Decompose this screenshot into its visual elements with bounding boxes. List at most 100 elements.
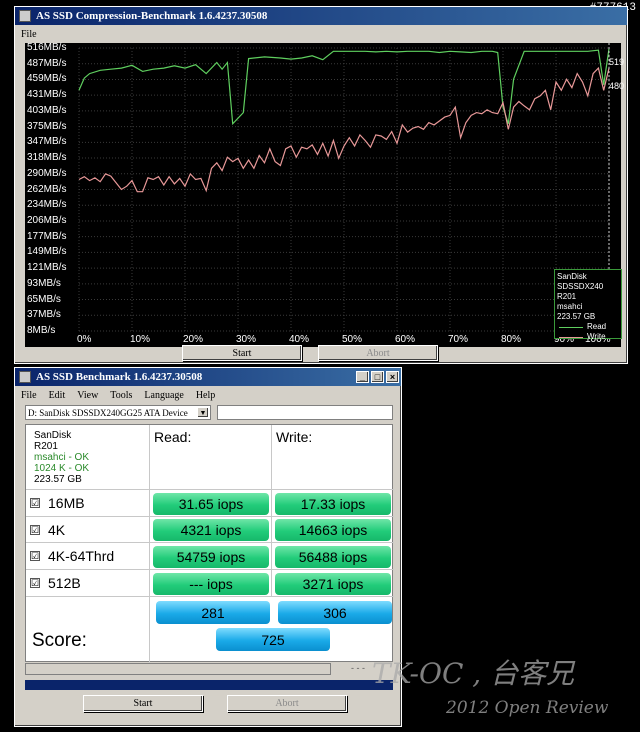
y-tick-label: 121MB/s (27, 262, 67, 274)
row-16mb-text: 16MB (48, 495, 85, 511)
menu-view[interactable]: View (77, 390, 98, 401)
y-tick-label: 149MB/s (27, 246, 67, 258)
x-tick-label: 40% (289, 334, 310, 345)
check-4k[interactable]: ☑ (30, 524, 40, 535)
progress-time: - - - (351, 663, 365, 673)
row-4k-text: 4K (48, 521, 66, 538)
abort-button[interactable]: Abort (227, 695, 347, 712)
compression-abort-button[interactable]: Abort (318, 345, 438, 361)
check-512b[interactable]: ☑ (30, 578, 40, 588)
start-button[interactable]: Start (83, 695, 203, 712)
x-tick-label: 0% (77, 334, 92, 345)
y-tick-label: 403MB/s (27, 104, 67, 116)
chevron-down-icon[interactable]: ▼ (197, 407, 209, 418)
results-grid: SanDisk R201 msahci - OK 1024 K - OK 223… (25, 424, 394, 663)
watermark-review: 2012 Open Review (446, 698, 609, 718)
x-tick-label: 30% (236, 334, 257, 345)
write-header: Write: (272, 425, 394, 490)
result-512b-read: --- iops (153, 573, 269, 595)
read-header: Read: (150, 425, 272, 490)
device-select-value: D: SanDisk SDSSDX240GG25 ATA Device (28, 407, 188, 418)
y-tick-label: 431MB/s (27, 89, 67, 101)
row-4k64-label[interactable]: ☑ 4K-64Thrd (26, 543, 150, 570)
watermark-brand: TK-OC , 台客兄 (372, 657, 575, 690)
y-tick-label: 459MB/s (27, 73, 67, 85)
result-4k-write: 14663 iops (275, 519, 391, 541)
y-tick-label: 375MB/s (27, 120, 67, 132)
y-tick-label: 516MB/s (27, 42, 67, 53)
maximize-icon[interactable]: □ (371, 371, 384, 383)
device-select[interactable]: D: SanDisk SDSSDX240GG25 ATA Device ▼ (25, 405, 211, 420)
read-series-line (78, 48, 610, 126)
legend-driver: msahci (557, 302, 583, 311)
legend-write-swatch (559, 336, 583, 338)
menu-tools[interactable]: Tools (110, 390, 132, 401)
legend-write-label: Write (587, 332, 606, 341)
app-icon (19, 371, 31, 383)
row-512b-text: 512B (48, 575, 81, 591)
menu-file[interactable]: File (21, 29, 37, 40)
result-16mb-read: 31.65 iops (153, 493, 269, 515)
x-tick-label: 70% (448, 334, 469, 345)
menu-edit[interactable]: Edit (49, 390, 66, 401)
legend-read-label: Read (587, 322, 607, 331)
menu-help[interactable]: Help (196, 390, 215, 401)
result-4k-read: 4321 iops (153, 519, 269, 541)
drive-brand: SanDisk (34, 430, 72, 441)
compression-benchmark-window: AS SSD Compression-Benchmark 1.6.4237.30… (14, 6, 628, 364)
score-label: Score: (32, 630, 87, 651)
chart-legend: SanDisk SDSSDX240 R201 msahci 223.57 GB … (554, 269, 622, 342)
menu-language[interactable]: Language (144, 390, 183, 401)
legend-read-swatch (559, 326, 583, 328)
y-tick-label: 318MB/s (27, 152, 67, 164)
benchmark-window-title: AS SSD Benchmark 1.6.4237.30508 (36, 371, 203, 383)
write-end-value: 480 (609, 81, 625, 91)
minimize-icon[interactable]: _ (356, 371, 369, 383)
score-read: 281 (156, 601, 270, 624)
benchmark-window: AS SSD Benchmark 1.6.4237.30508 _ □ × Fi… (14, 367, 402, 727)
compression-menubar: File (15, 25, 627, 43)
total-progress-bar (25, 680, 393, 690)
legend-write-row: Write (557, 332, 619, 342)
y-tick-label: 93MB/s (27, 277, 61, 289)
result-4k64-read: 54759 iops (153, 546, 269, 568)
row-4k-label[interactable]: ☑ 4K (26, 517, 150, 543)
x-tick-label: 10% (130, 334, 151, 345)
result-512b-write: 3271 iops (275, 573, 391, 595)
score-total: 725 (216, 628, 330, 651)
y-tick-label: 347MB/s (27, 136, 67, 148)
y-tick-label: 177MB/s (27, 230, 67, 242)
drive-firmware: R201 (34, 441, 58, 452)
check-4k64[interactable]: ☑ (30, 551, 40, 561)
benchmark-titlebar: AS SSD Benchmark 1.6.4237.30508 _ □ × (15, 368, 401, 386)
benchmark-menubar: File Edit View Tools Language Help (15, 386, 401, 404)
y-tick-label: 206MB/s (27, 214, 67, 226)
row-16mb-label[interactable]: ☑ 16MB (26, 490, 150, 517)
test-progress-bar (25, 663, 331, 675)
row-4k64-text: 4K-64Thrd (48, 548, 115, 564)
compression-start-button[interactable]: Start (182, 345, 302, 361)
y-tick-label: 8MB/s (27, 325, 56, 336)
driver-status: msahci - OK (34, 452, 90, 463)
app-icon (19, 10, 31, 22)
y-tick-label: 487MB/s (27, 57, 67, 69)
check-16mb[interactable]: ☑ (30, 498, 40, 508)
menu-file[interactable]: File (21, 390, 37, 401)
compression-titlebar: AS SSD Compression-Benchmark 1.6.4237.30… (15, 7, 627, 25)
y-tick-label: 290MB/s (27, 167, 67, 179)
x-tick-label: 20% (183, 334, 204, 345)
y-tick-label: 65MB/s (27, 293, 61, 305)
alignment-status: 1024 K - OK (34, 463, 90, 474)
result-16mb-write: 17.33 iops (275, 493, 391, 515)
read-end-value: 519 (609, 57, 625, 67)
info-textbox[interactable] (217, 405, 393, 420)
compression-window-title: AS SSD Compression-Benchmark 1.6.4237.30… (36, 10, 268, 22)
x-tick-label: 50% (342, 334, 363, 345)
score-write: 306 (278, 601, 392, 624)
close-icon[interactable]: × (386, 371, 399, 383)
row-512b-label[interactable]: ☑ 512B (26, 570, 150, 597)
result-4k64-write: 56488 iops (275, 546, 391, 568)
y-tick-label: 262MB/s (27, 183, 67, 195)
legend-size: 223.57 GB (557, 312, 596, 321)
chart-canvas (78, 43, 610, 333)
